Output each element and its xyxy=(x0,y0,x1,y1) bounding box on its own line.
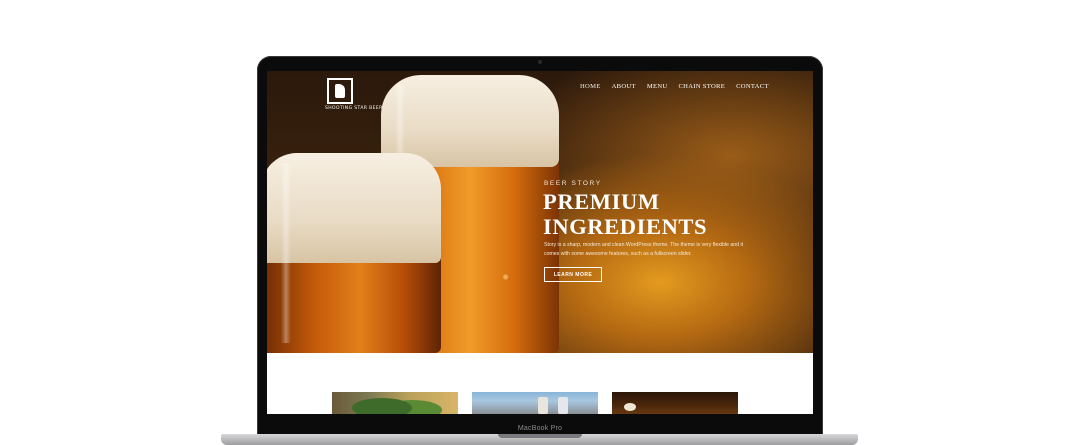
laptop-screen: SHOOTING STAR BEER HOME ABOUT MENU CHAIN… xyxy=(267,71,813,414)
hero-banner: SHOOTING STAR BEER HOME ABOUT MENU CHAIN… xyxy=(267,71,813,353)
hero-headline-line1: PREMIUM xyxy=(543,189,660,214)
nav-item-contact[interactable]: CONTACT xyxy=(736,83,769,90)
site-logo[interactable]: SHOOTING STAR BEER xyxy=(325,78,383,122)
beer-glass-front xyxy=(267,153,441,353)
laptop-notch xyxy=(498,434,582,438)
hero-description: Story is a sharp, modern and clean WordP… xyxy=(544,242,744,257)
nav-item-menu[interactable]: MENU xyxy=(647,83,668,90)
beer-liquid xyxy=(267,257,441,353)
hero-headline: PREMIUM INGREDIENTS xyxy=(543,189,707,239)
hero-eyebrow: BEER STORY xyxy=(544,180,602,187)
hero-headline-line2: INGREDIENTS xyxy=(543,214,708,239)
device-label: MacBook Pro xyxy=(517,425,563,432)
nav-item-chain-store[interactable]: CHAIN STORE xyxy=(678,83,725,90)
glass-shine xyxy=(281,163,291,343)
main-nav: HOME ABOUT MENU CHAIN STORE CONTACT xyxy=(580,83,769,90)
logo-text: SHOOTING STAR BEER xyxy=(325,106,383,111)
nav-item-home[interactable]: HOME xyxy=(580,83,601,90)
logo-mark-icon xyxy=(327,78,353,104)
camera-dot xyxy=(538,60,542,64)
nav-item-about[interactable]: ABOUT xyxy=(612,83,636,90)
learn-more-button[interactable]: LEARN MORE xyxy=(544,267,602,282)
beer-foam xyxy=(267,153,441,263)
feature-card-dark[interactable] xyxy=(612,392,738,414)
feature-card-cans[interactable] xyxy=(472,392,598,414)
feature-card-food[interactable] xyxy=(332,392,458,414)
